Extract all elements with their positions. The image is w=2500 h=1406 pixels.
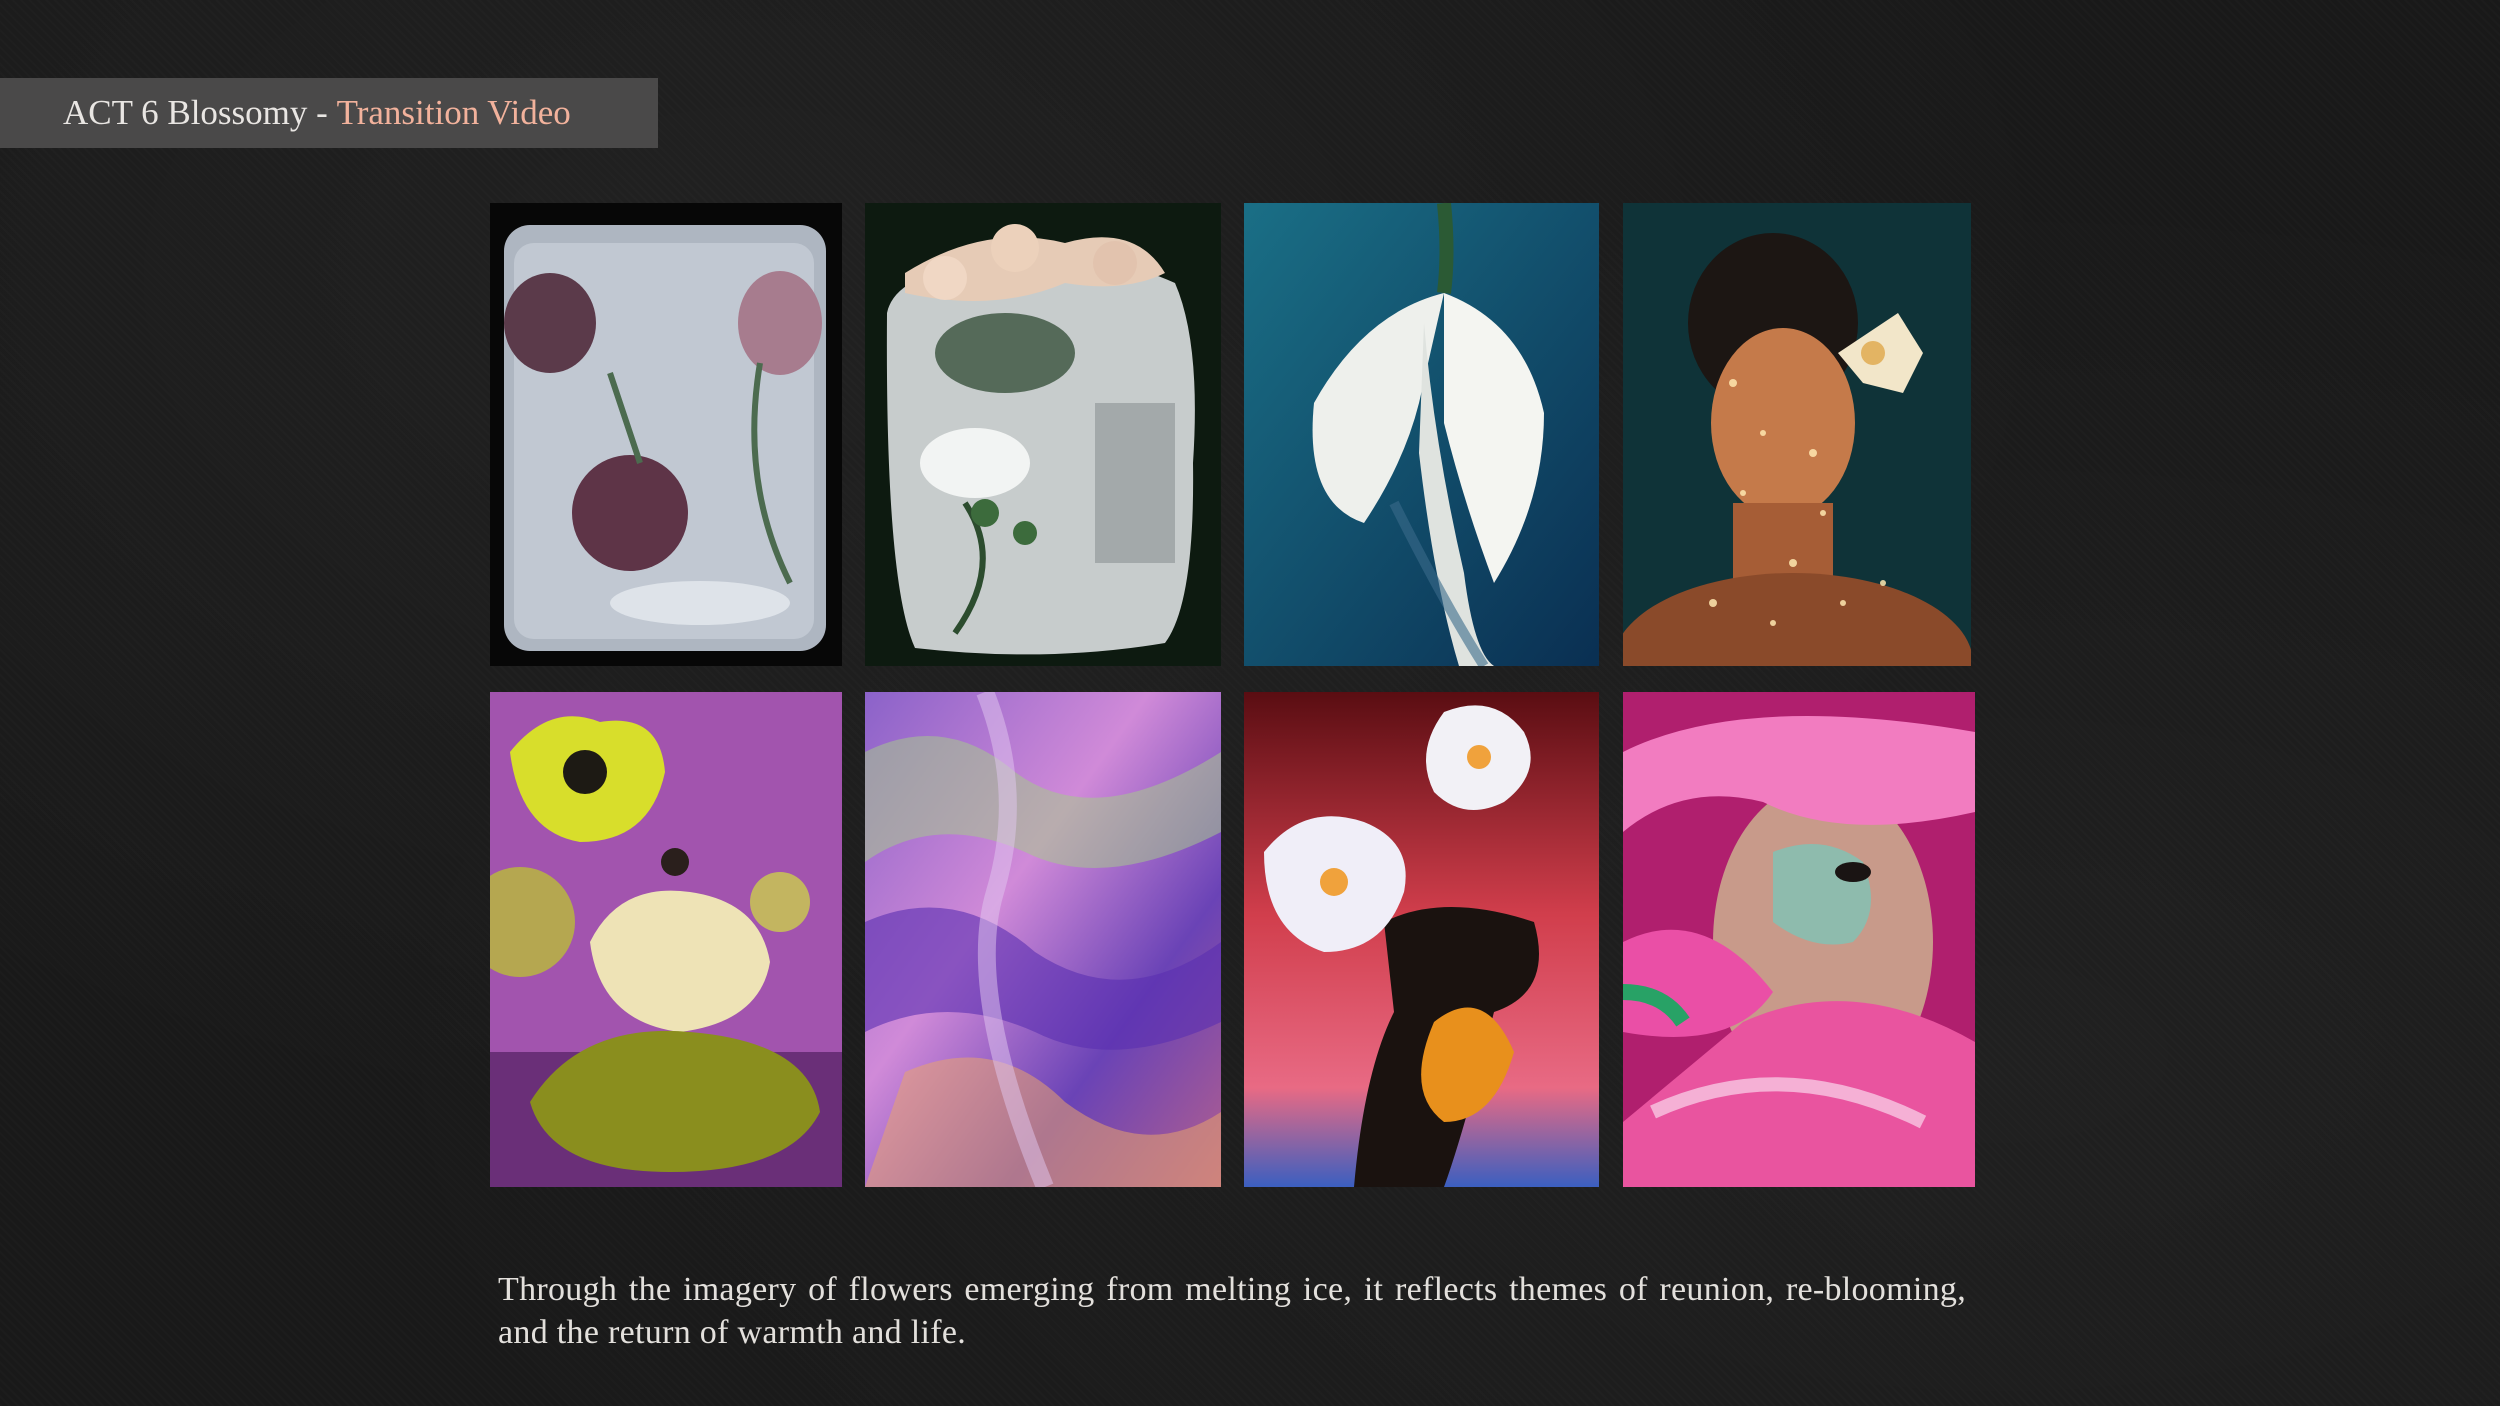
slide: ACT 6 Blossomy - Transition Video Throug… bbox=[0, 0, 2500, 1406]
slide-caption: Through the imagery of flowers emerging … bbox=[498, 1271, 1966, 1351]
gallery-image-2 bbox=[865, 203, 1221, 666]
gallery-image-6 bbox=[865, 692, 1221, 1187]
gallery-image-3 bbox=[1244, 203, 1599, 666]
title-separator: - bbox=[307, 93, 337, 132]
gallery-image-7 bbox=[1244, 692, 1599, 1187]
gallery-image-1 bbox=[490, 203, 842, 666]
image-gallery bbox=[490, 203, 1975, 1187]
gallery-image-8 bbox=[1623, 692, 1975, 1187]
slide-title-bar: ACT 6 Blossomy - Transition Video bbox=[0, 78, 658, 148]
title-main: ACT 6 Blossomy bbox=[63, 93, 308, 132]
title-accent: Transition Video bbox=[336, 93, 571, 132]
gallery-image-4 bbox=[1623, 203, 1971, 666]
gallery-image-5 bbox=[490, 692, 842, 1187]
